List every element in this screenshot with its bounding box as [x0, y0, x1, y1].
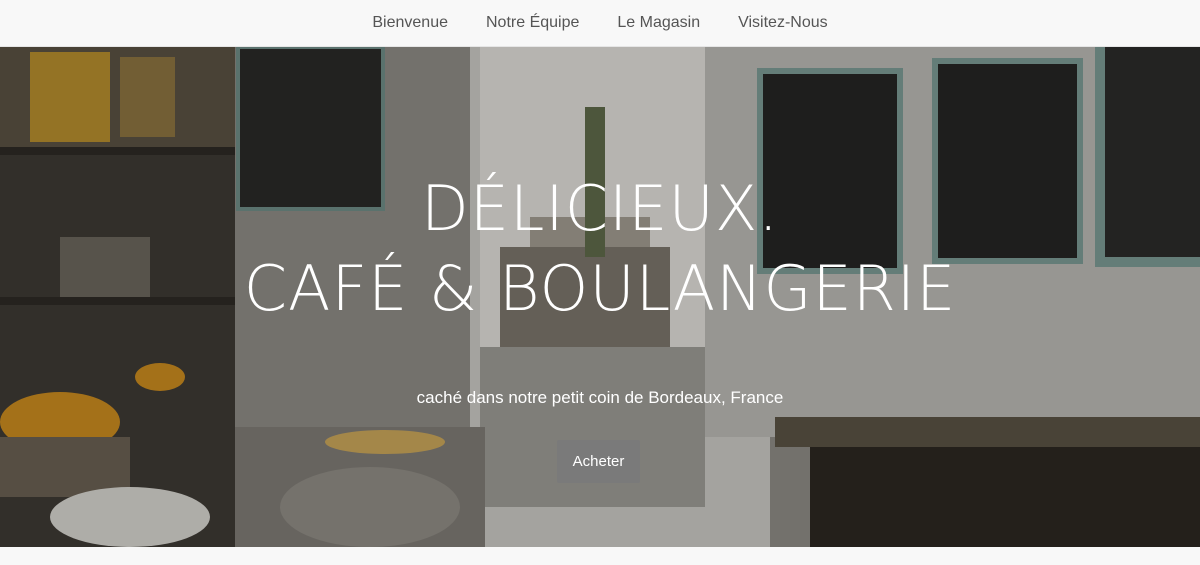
- top-navigation: Bienvenue Notre Équipe Le Magasin Visite…: [0, 0, 1200, 47]
- buy-button[interactable]: Acheter: [557, 440, 640, 483]
- nav-link-bienvenue[interactable]: Bienvenue: [372, 14, 448, 32]
- hero-title-line-1: DÉLICIEUX.: [420, 172, 780, 245]
- hero-section: DÉLICIEUX. CAFÉ & BOULANGERIE caché dans…: [0, 47, 1200, 547]
- hero-title-line-2: CAFÉ & BOULANGERIE: [243, 252, 957, 325]
- nav-link-notre-equipe[interactable]: Notre Équipe: [486, 14, 579, 32]
- nav-link-le-magasin[interactable]: Le Magasin: [617, 14, 700, 32]
- page-bottom-strip: [0, 547, 1200, 565]
- hero-title: DÉLICIEUX. CAFÉ & BOULANGERIE: [0, 169, 1200, 329]
- hero-subtitle: caché dans notre petit coin de Bordeaux,…: [416, 388, 784, 407]
- nav-link-visitez-nous[interactable]: Visitez-Nous: [738, 14, 828, 32]
